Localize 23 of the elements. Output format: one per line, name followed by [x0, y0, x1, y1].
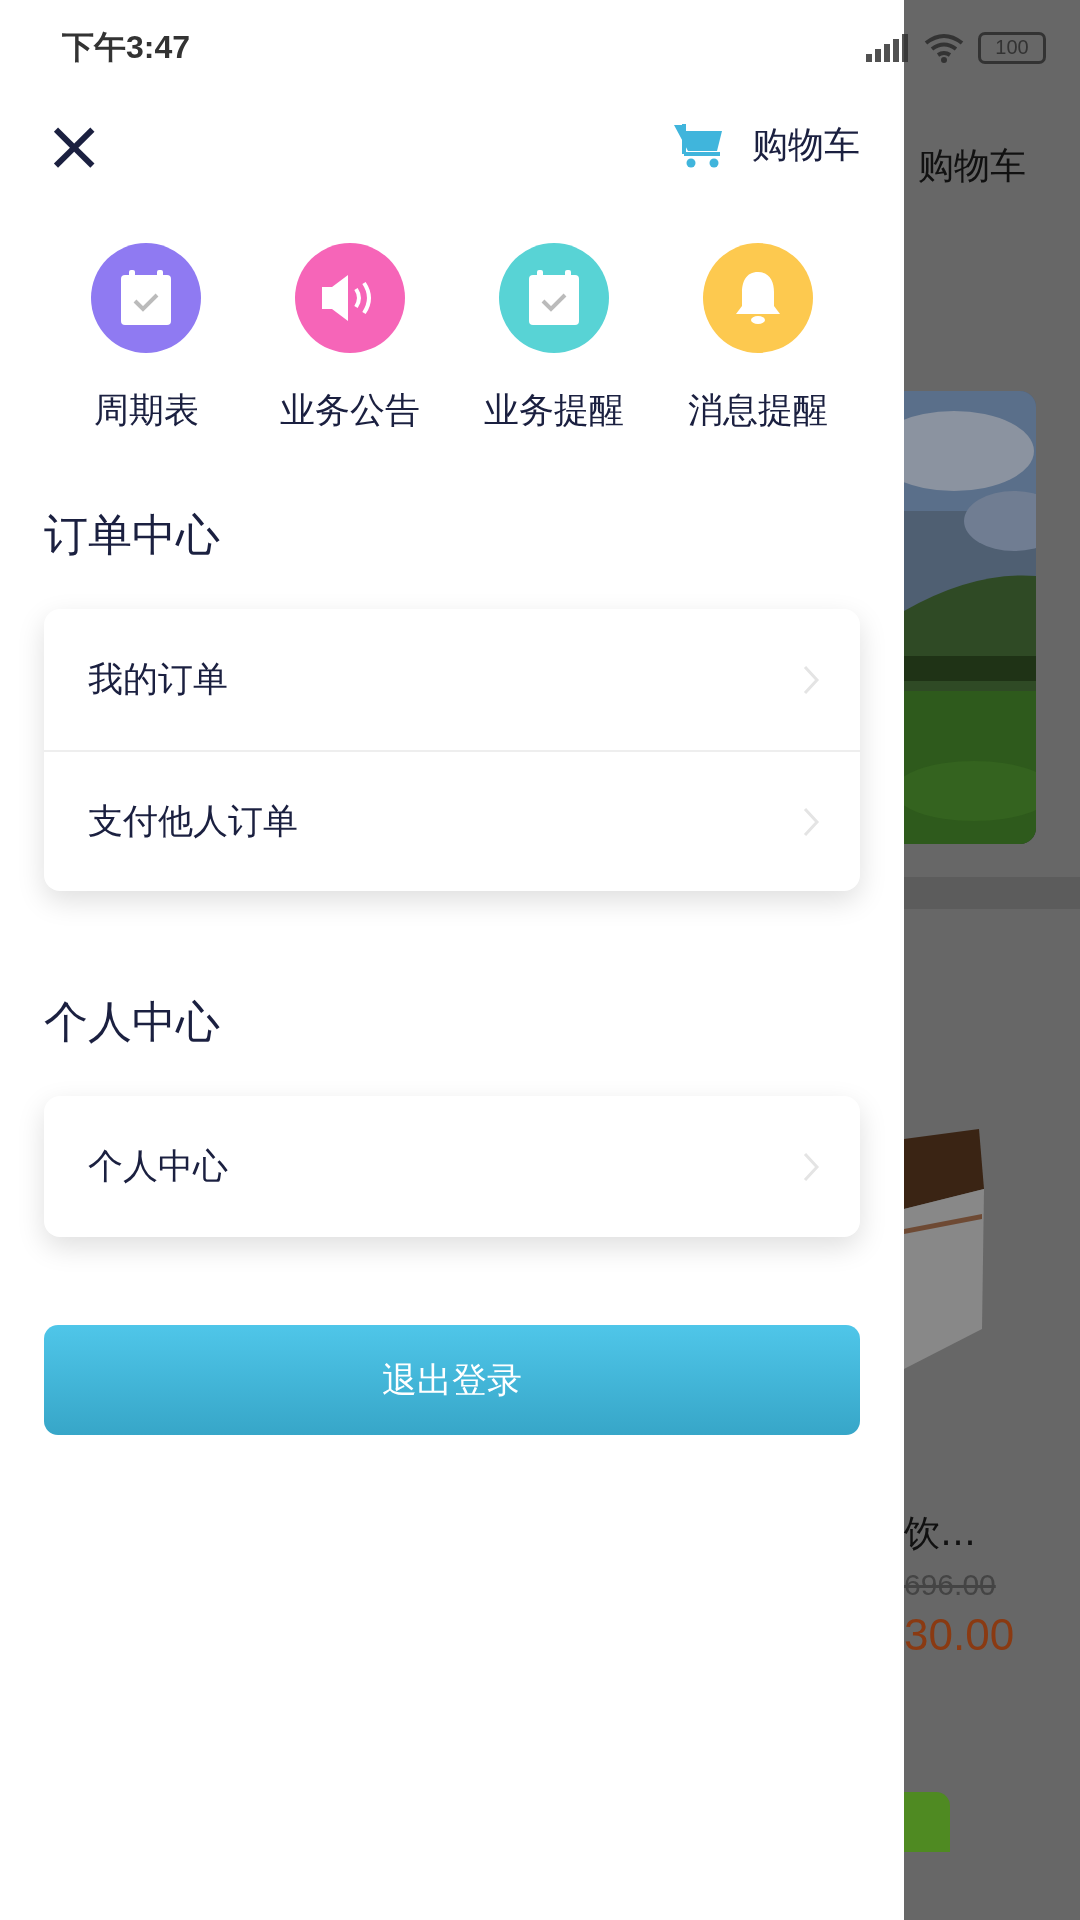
shortcut-button[interactable]: 业务公告 — [248, 243, 452, 434]
shortcut-button[interactable]: 周期表 — [44, 243, 248, 434]
status-time: 下午3:47 — [62, 27, 191, 67]
shortcut-button[interactable]: 业务提醒 — [452, 243, 656, 434]
wifi-icon — [924, 32, 964, 63]
cart-icon — [674, 122, 724, 168]
chevron-right-icon — [802, 663, 820, 696]
cart-link[interactable]: 购物车 — [674, 120, 860, 170]
chevron-right-icon — [802, 1150, 820, 1183]
menu-item[interactable]: 我的订单 — [44, 609, 860, 750]
calendar-check-icon — [119, 269, 173, 327]
calendar-check-icon — [527, 269, 581, 327]
signal-icon — [866, 33, 910, 62]
section-title: 订单中心 — [44, 508, 221, 562]
menu-item[interactable]: 支付他人订单 — [44, 750, 860, 891]
product-price: 30.00 — [904, 1610, 1016, 1660]
menu-item[interactable]: 个人中心 — [44, 1096, 860, 1237]
chevron-right-icon — [802, 805, 820, 838]
section-title: 个人中心 — [44, 995, 221, 1049]
close-button[interactable]: × — [44, 115, 105, 175]
page-title: 购物车 — [918, 144, 1027, 188]
product-name: 饮… — [904, 1511, 977, 1555]
shortcut-button[interactable]: 消息提醒 — [656, 243, 860, 434]
